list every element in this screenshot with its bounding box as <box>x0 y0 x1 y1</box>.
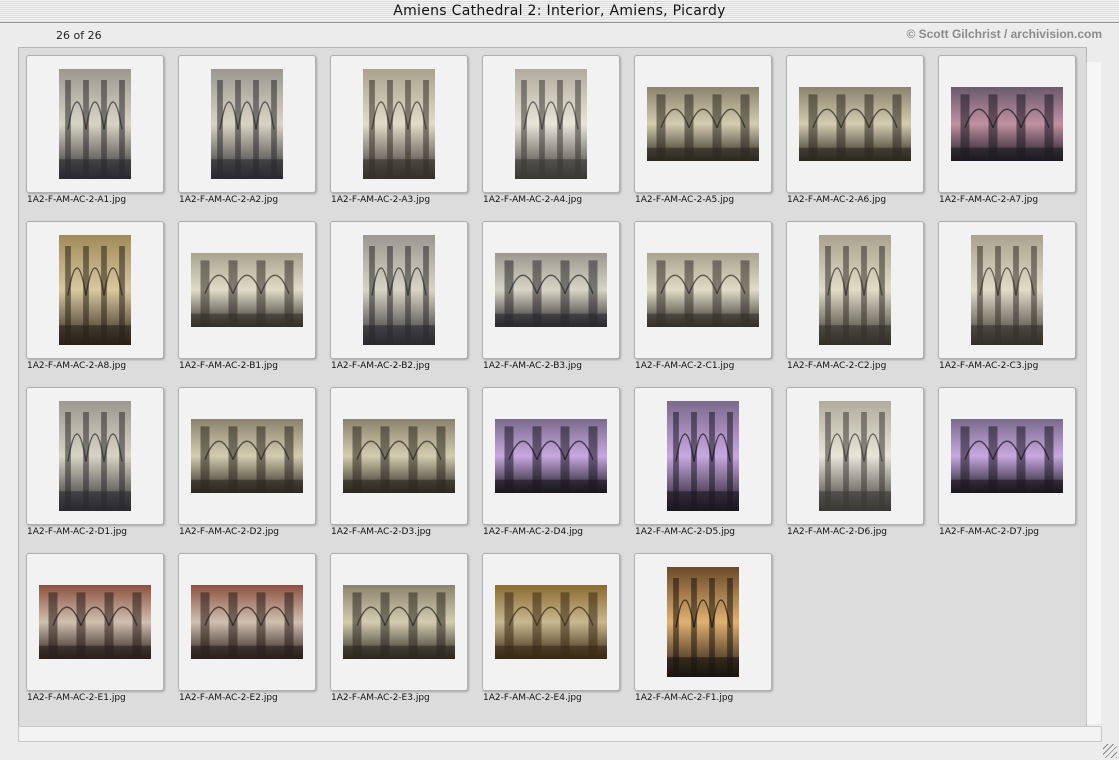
thumbnail-item[interactable]: 1A2-F-AM-AC-2-A3.jpg <box>330 55 468 205</box>
thumbnail-item[interactable]: 1A2-F-AM-AC-2-C2.jpg <box>786 221 924 371</box>
thumbnail-image[interactable] <box>819 235 891 345</box>
thumbnail-filename: 1A2-F-AM-AC-2-B1.jpg <box>179 361 278 371</box>
thumbnail-filename: 1A2-F-AM-AC-2-A2.jpg <box>179 195 279 205</box>
thumbnail-item[interactable]: 1A2-F-AM-AC-2-B1.jpg <box>178 221 316 371</box>
thumbnail-image[interactable] <box>191 585 303 659</box>
window-title-bar[interactable]: Amiens Cathedral 2: Interior, Amiens, Pi… <box>0 0 1119 23</box>
thumbnail-filename: 1A2-F-AM-AC-2-C3.jpg <box>939 361 1039 371</box>
thumbnail-item[interactable]: 1A2-F-AM-AC-2-D2.jpg <box>178 387 316 537</box>
thumbnail-image[interactable] <box>667 401 739 511</box>
thumbnail-image[interactable] <box>363 235 435 345</box>
thumbnail-item[interactable]: 1A2-F-AM-AC-2-A4.jpg <box>482 55 620 205</box>
thumbnail-item[interactable]: 1A2-F-AM-AC-2-D7.jpg <box>938 387 1076 537</box>
thumbnail-image[interactable] <box>343 585 455 659</box>
thumbnail-area[interactable]: 1A2-F-AM-AC-2-A1.jpg 1A2-F-AM-AC-2-A2.jpg… <box>18 47 1087 727</box>
thumbnail-image[interactable] <box>647 253 759 327</box>
thumbnail-item[interactable]: 1A2-F-AM-AC-2-E3.jpg <box>330 553 468 703</box>
thumbnail-image[interactable] <box>495 585 607 659</box>
vertical-scrollbar[interactable] <box>1086 62 1101 724</box>
thumbnail-item[interactable]: 1A2-F-AM-AC-2-C3.jpg <box>938 221 1076 371</box>
thumbnail-image[interactable] <box>951 419 1063 493</box>
thumbnail-filename: 1A2-F-AM-AC-2-D1.jpg <box>27 527 128 537</box>
thumbnail-item[interactable]: 1A2-F-AM-AC-2-B2.jpg <box>330 221 468 371</box>
thumbnail-image[interactable] <box>667 567 739 677</box>
thumbnail-image[interactable] <box>647 87 759 161</box>
thumbnail-filename: 1A2-F-AM-AC-2-A8.jpg <box>27 361 127 371</box>
thumbnail-image[interactable] <box>799 87 911 161</box>
thumbnail-filename: 1A2-F-AM-AC-2-D6.jpg <box>787 527 888 537</box>
thumbnail-item[interactable]: 1A2-F-AM-AC-2-A7.jpg <box>938 55 1076 205</box>
thumbnail-filename: 1A2-F-AM-AC-2-D7.jpg <box>939 527 1040 537</box>
thumbnail-filename: 1A2-F-AM-AC-2-A7.jpg <box>939 195 1039 205</box>
thumbnail-image[interactable] <box>515 69 587 179</box>
thumbnail-image[interactable] <box>363 69 435 179</box>
thumbnail-item[interactable]: 1A2-F-AM-AC-2-A6.jpg <box>786 55 924 205</box>
thumbnail-image[interactable] <box>971 235 1043 345</box>
thumbnail-item[interactable]: 1A2-F-AM-AC-2-D6.jpg <box>786 387 924 537</box>
thumbnail-image[interactable] <box>495 253 607 327</box>
thumbnail-filename: 1A2-F-AM-AC-2-A5.jpg <box>635 195 735 205</box>
thumbnail-filename: 1A2-F-AM-AC-2-F1.jpg <box>635 693 734 703</box>
window-title: Amiens Cathedral 2: Interior, Amiens, Pi… <box>393 3 726 19</box>
thumbnail-filename: 1A2-F-AM-AC-2-E3.jpg <box>331 693 430 703</box>
thumbnail-item[interactable]: 1A2-F-AM-AC-2-C1.jpg <box>634 221 772 371</box>
image-count: 26 of 26 <box>56 29 102 42</box>
thumbnail-image[interactable] <box>951 87 1063 161</box>
thumbnail-item[interactable]: 1A2-F-AM-AC-2-E2.jpg <box>178 553 316 703</box>
thumbnail-filename: 1A2-F-AM-AC-2-D3.jpg <box>331 527 432 537</box>
thumbnail-image[interactable] <box>495 419 607 493</box>
thumbnail-item[interactable]: 1A2-F-AM-AC-2-E1.jpg <box>26 553 164 703</box>
thumbnail-image[interactable] <box>59 235 131 345</box>
thumbnail-image[interactable] <box>59 401 131 511</box>
horizontal-scrollbar[interactable] <box>18 726 1102 742</box>
thumbnail-item[interactable]: 1A2-F-AM-AC-2-D3.jpg <box>330 387 468 537</box>
thumbnail-item[interactable]: 1A2-F-AM-AC-2-A2.jpg <box>178 55 316 205</box>
thumbnail-filename: 1A2-F-AM-AC-2-D2.jpg <box>179 527 280 537</box>
thumbnail-item[interactable]: 1A2-F-AM-AC-2-E4.jpg <box>482 553 620 703</box>
thumbnail-filename: 1A2-F-AM-AC-2-C1.jpg <box>635 361 735 371</box>
info-bar: 26 of 26 © Scott Gilchrist / archivision… <box>0 23 1119 47</box>
thumbnail-image[interactable] <box>39 585 151 659</box>
thumbnail-item[interactable]: 1A2-F-AM-AC-2-F1.jpg <box>634 553 772 703</box>
thumbnail-filename: 1A2-F-AM-AC-2-A3.jpg <box>331 195 431 205</box>
thumbnail-filename: 1A2-F-AM-AC-2-D5.jpg <box>635 527 736 537</box>
thumbnail-filename: 1A2-F-AM-AC-2-A1.jpg <box>27 195 127 205</box>
thumbnail-item[interactable]: 1A2-F-AM-AC-2-A1.jpg <box>26 55 164 205</box>
thumbnail-image[interactable] <box>211 69 283 179</box>
thumbnail-filename: 1A2-F-AM-AC-2-E4.jpg <box>483 693 582 703</box>
thumbnail-item[interactable]: 1A2-F-AM-AC-2-B3.jpg <box>482 221 620 371</box>
thumbnail-filename: 1A2-F-AM-AC-2-A4.jpg <box>483 195 583 205</box>
thumbnail-filename: 1A2-F-AM-AC-2-E1.jpg <box>27 693 126 703</box>
thumbnail-image[interactable] <box>343 419 455 493</box>
thumbnail-item[interactable]: 1A2-F-AM-AC-2-A8.jpg <box>26 221 164 371</box>
thumbnail-filename: 1A2-F-AM-AC-2-B3.jpg <box>483 361 582 371</box>
thumbnail-item[interactable]: 1A2-F-AM-AC-2-D5.jpg <box>634 387 772 537</box>
thumbnail-item[interactable]: 1A2-F-AM-AC-2-D1.jpg <box>26 387 164 537</box>
thumbnail-image[interactable] <box>819 401 891 511</box>
thumbnail-image[interactable] <box>59 69 131 179</box>
thumbnail-filename: 1A2-F-AM-AC-2-B2.jpg <box>331 361 430 371</box>
thumbnail-filename: 1A2-F-AM-AC-2-D4.jpg <box>483 527 584 537</box>
thumbnail-item[interactable]: 1A2-F-AM-AC-2-D4.jpg <box>482 387 620 537</box>
thumbnail-filename: 1A2-F-AM-AC-2-A6.jpg <box>787 195 887 205</box>
thumbnail-filename: 1A2-F-AM-AC-2-E2.jpg <box>179 693 278 703</box>
thumbnail-image[interactable] <box>191 419 303 493</box>
copyright-credit: © Scott Gilchrist / archivision.com <box>906 27 1102 41</box>
thumbnail-filename: 1A2-F-AM-AC-2-C2.jpg <box>787 361 887 371</box>
thumbnail-item[interactable]: 1A2-F-AM-AC-2-A5.jpg <box>634 55 772 205</box>
thumbnail-image[interactable] <box>191 253 303 327</box>
resize-grip-icon[interactable] <box>1103 744 1117 758</box>
